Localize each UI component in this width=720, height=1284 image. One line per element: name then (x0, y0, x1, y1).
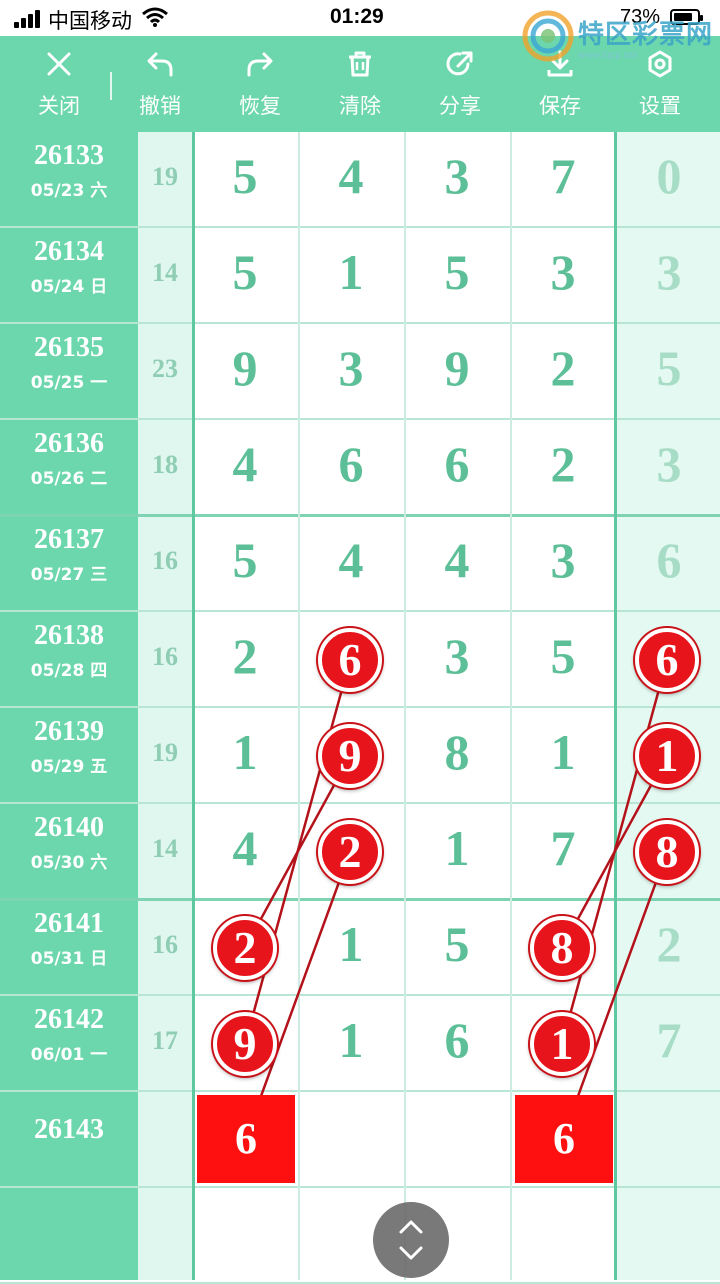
close-label: 关闭 (38, 95, 80, 118)
share-button[interactable]: 分享 (420, 36, 500, 132)
download-icon (547, 50, 573, 77)
highlighted-ball[interactable]: 2 (213, 916, 277, 980)
highlighted-ball[interactable]: 9 (213, 1012, 277, 1076)
save-label: 保存 (539, 95, 581, 118)
status-bar: 中国移动 01:29 73% (0, 0, 720, 36)
settings-button[interactable]: 设置 (620, 36, 700, 132)
highlighted-ball[interactable]: 8 (635, 820, 699, 884)
undo-button[interactable]: 撤销 (120, 36, 200, 132)
clear-label: 清除 (339, 95, 381, 118)
wifi-icon (142, 7, 168, 27)
carrier-name: 中国移动 (48, 10, 132, 33)
highlighted-ball[interactable]: 1 (530, 1012, 594, 1076)
clear-button[interactable]: 清除 (320, 36, 400, 132)
toolbar-divider (110, 72, 112, 100)
highlighted-ball[interactable]: 8 (530, 916, 594, 980)
settings-label: 设置 (639, 95, 681, 118)
highlighted-ball[interactable]: 9 (318, 724, 382, 788)
redo-button[interactable]: 恢复 (220, 36, 300, 132)
save-button[interactable]: 保存 (520, 36, 600, 132)
prediction-cell[interactable]: 6 (515, 1095, 613, 1183)
battery-percent: 73% (620, 6, 661, 28)
highlighted-ball[interactable]: 1 (635, 724, 699, 788)
prediction-cell[interactable]: 6 (197, 1095, 295, 1183)
trash-icon (349, 51, 371, 77)
close-icon (47, 52, 71, 76)
highlighted-ball[interactable]: 6 (318, 628, 382, 692)
redo-label: 恢复 (239, 95, 281, 118)
share-icon (446, 51, 473, 76)
highlighted-ball[interactable]: 6 (635, 628, 699, 692)
undo-label: 撤销 (139, 95, 181, 118)
trend-grid[interactable]: 26133 05/23 六 19 5 4 3 7 0 26134 05/24 日 14 5 1 5 3 3 26… (0, 132, 720, 1284)
chevron-up-down-icon (399, 1220, 423, 1260)
clock: 01:29 (330, 5, 384, 28)
undo-icon (147, 52, 173, 77)
gear-icon (648, 50, 672, 78)
scroll-toggle-button[interactable] (373, 1202, 449, 1278)
share-label: 分享 (439, 95, 481, 118)
redo-icon (247, 52, 273, 77)
close-button[interactable]: 关闭 (19, 36, 99, 132)
highlighted-ball[interactable]: 2 (318, 820, 382, 884)
battery-icon (670, 9, 703, 25)
toolbar: 关闭 撤销 恢复 清除 分享 保存 设置 (0, 36, 720, 132)
